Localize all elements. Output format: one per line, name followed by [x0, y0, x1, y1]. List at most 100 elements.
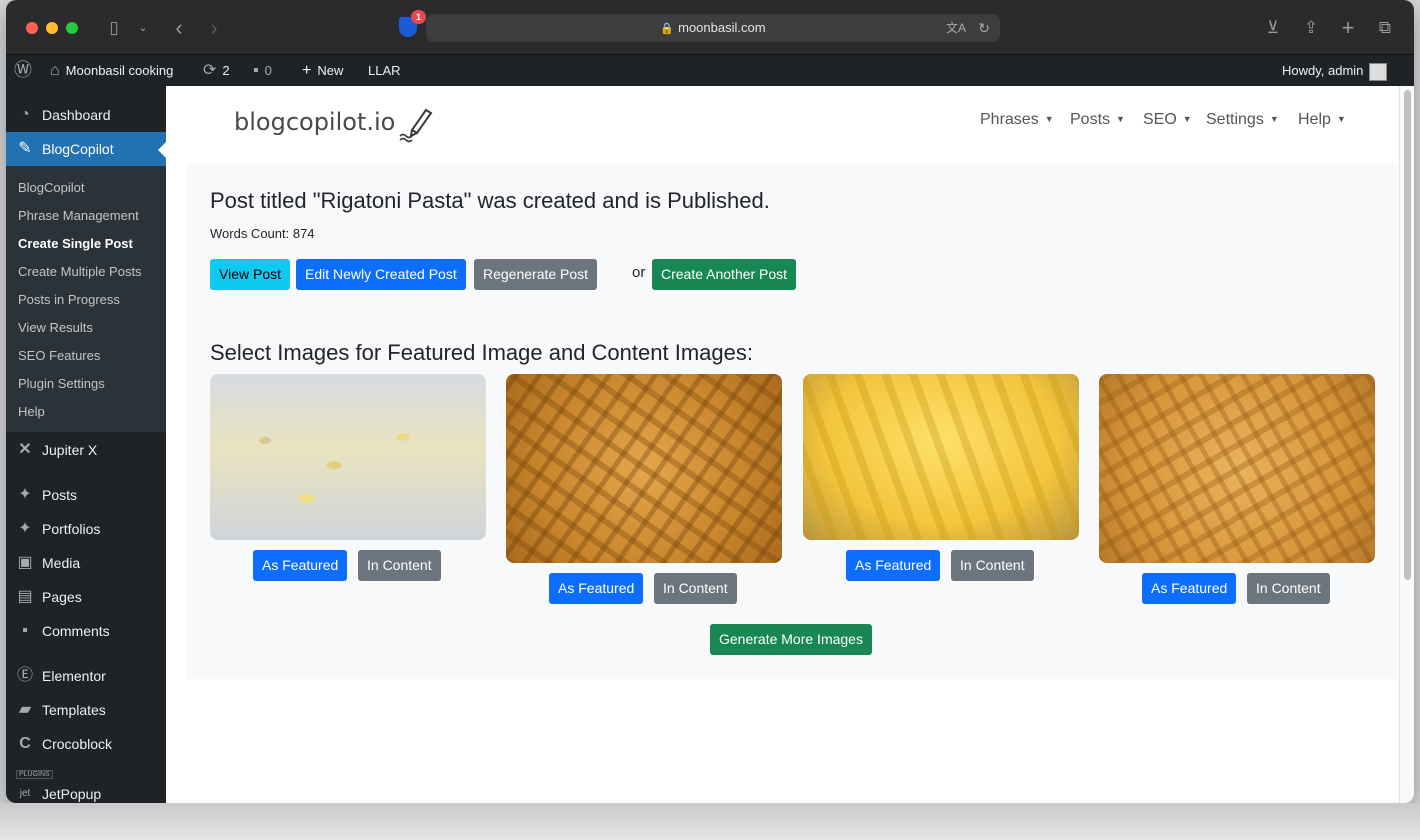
- nav-phrases[interactable]: Phrases ▼: [980, 111, 1054, 129]
- sidebar-item-media[interactable]: ▣ Media: [6, 546, 166, 580]
- blogcopilot-logo[interactable]: blogcopilot.io: [234, 108, 395, 136]
- submenu-create-single-post[interactable]: Create Single Post: [18, 236, 133, 251]
- image-3-in-content-button[interactable]: In Content: [951, 550, 1034, 581]
- wordpress-logo-icon[interactable]: Ⓦ: [14, 55, 38, 86]
- image-3-as-featured-button[interactable]: As Featured: [846, 550, 941, 581]
- generate-more-images-button[interactable]: Generate More Images: [710, 624, 872, 655]
- image-1-as-featured-button[interactable]: As Featured: [253, 550, 348, 581]
- submenu-phrase-management[interactable]: Phrase Management: [18, 208, 139, 223]
- extension-badge: 1: [411, 10, 426, 24]
- translate-icon[interactable]: 文A: [946, 14, 966, 42]
- sidebar-item-jupiterx[interactable]: ✕ Jupiter X: [6, 433, 166, 467]
- crocoblock-icon: C: [19, 735, 31, 752]
- pasta-image-3[interactable]: [803, 374, 1079, 540]
- comments-link[interactable]: ▪ 0: [253, 55, 272, 86]
- sidebar-item-crocoblock[interactable]: C Crocoblock: [6, 727, 166, 761]
- jupiterx-icon: ✕: [18, 441, 32, 458]
- forward-icon[interactable]: ›: [203, 16, 225, 40]
- edit-post-button[interactable]: Edit Newly Created Post: [296, 259, 466, 290]
- result-title: Post titled "Rigatoni Pasta" was created…: [210, 188, 770, 213]
- plus-icon: +: [302, 62, 312, 79]
- nav-posts[interactable]: Posts ▼: [1070, 111, 1125, 129]
- images-heading: Select Images for Featured Image and Con…: [210, 340, 753, 365]
- sidebar-item-portfolios[interactable]: ✦ Portfolios: [6, 512, 166, 546]
- result-panel: Post titled "Rigatoni Pasta" was created…: [186, 164, 1399, 679]
- words-count: Words Count: 874: [210, 226, 315, 241]
- reload-icon[interactable]: ↻: [978, 14, 990, 42]
- image-4-in-content-button[interactable]: In Content: [1247, 573, 1330, 604]
- or-text: or: [632, 264, 646, 281]
- wp-admin-sidebar: ◔ Dashboard ✎ BlogCopilot BlogCopilot Phra…: [6, 86, 166, 803]
- dashboard-icon: ◔: [20, 106, 30, 123]
- download-icon[interactable]: ⊻: [1262, 16, 1284, 40]
- image-2-as-featured-button[interactable]: As Featured: [549, 573, 644, 604]
- caret-down-icon: ▼: [1044, 114, 1054, 124]
- wp-admin-bar: Ⓦ ⌂ Moonbasil cooking ⟳ 2 ▪ 0 + New LLAR How…: [6, 55, 1414, 86]
- sidebar-item-posts[interactable]: ✦ Posts: [6, 478, 166, 512]
- llar-link[interactable]: LLAR: [368, 55, 401, 86]
- main-content: blogcopilot.io Phrases ▼ Posts ▼ SEO ▼ Sett…: [166, 86, 1399, 803]
- pen-icon: ✎: [18, 140, 32, 157]
- account-link[interactable]: Howdy, admin: [1282, 55, 1388, 86]
- create-another-post-button[interactable]: Create Another Post: [652, 259, 797, 290]
- pin-icon: ✦: [18, 520, 32, 537]
- sidebar-item-jetpopup[interactable]: jet JetPopup: [6, 777, 166, 803]
- site-name-link[interactable]: ⌂ Moonbasil cooking: [50, 55, 173, 86]
- page-scrollbar[interactable]: [1399, 86, 1414, 803]
- sidebar-item-blogcopilot[interactable]: ✎ BlogCopilot: [6, 132, 166, 166]
- elementor-icon: Ⓔ: [16, 667, 33, 684]
- caret-down-icon: ▼: [1269, 114, 1279, 124]
- nav-help[interactable]: Help ▼: [1298, 111, 1346, 129]
- folder-icon: ▰: [18, 701, 32, 718]
- chevron-down-icon[interactable]: ⌄: [136, 16, 150, 40]
- share-icon[interactable]: ⇪: [1300, 16, 1322, 40]
- submenu-create-multiple-posts[interactable]: Create Multiple Posts: [18, 264, 142, 279]
- sidebar-toggle-icon[interactable]: ▯: [103, 16, 125, 40]
- nav-settings[interactable]: Settings ▼: [1206, 111, 1279, 129]
- sidebar-item-dashboard[interactable]: ◔ Dashboard: [6, 98, 166, 132]
- submenu-help[interactable]: Help: [18, 404, 45, 419]
- close-window-button[interactable]: [26, 22, 38, 34]
- minimize-window-button[interactable]: [46, 22, 58, 34]
- jet-icon: jet: [19, 788, 31, 799]
- active-indicator: [158, 142, 166, 158]
- sidebar-item-elementor[interactable]: Ⓔ Elementor: [6, 659, 166, 693]
- desktop-background: [0, 803, 1420, 840]
- sidebar-item-pages[interactable]: ▤ Pages: [6, 580, 166, 614]
- scrollbar-thumb[interactable]: [1404, 90, 1411, 580]
- pages-icon: ▤: [17, 588, 33, 605]
- address-bar[interactable]: 🔒 moonbasil.com 文A ↻: [426, 14, 1000, 42]
- caret-down-icon: ▼: [1116, 114, 1125, 124]
- pasta-image-2[interactable]: [506, 374, 782, 563]
- url-text: moonbasil.com: [678, 20, 766, 35]
- sidebar-item-templates[interactable]: ▰ Templates: [6, 693, 166, 727]
- media-icon: ▣: [17, 554, 33, 571]
- home-icon: ⌂: [50, 62, 60, 79]
- image-2-in-content-button[interactable]: In Content: [654, 573, 737, 604]
- updates-link[interactable]: ⟳ 2: [203, 55, 230, 86]
- regenerate-post-button[interactable]: Regenerate Post: [474, 259, 598, 290]
- submenu-plugin-settings[interactable]: Plugin Settings: [18, 376, 105, 391]
- submenu-seo-features[interactable]: SEO Features: [18, 348, 100, 363]
- image-4-as-featured-button[interactable]: As Featured: [1142, 573, 1237, 604]
- submenu-posts-in-progress[interactable]: Posts in Progress: [18, 292, 120, 307]
- pin-icon: ✦: [18, 486, 32, 503]
- sidebar-item-comments[interactable]: ▪ Comments: [6, 614, 166, 648]
- caret-down-icon: ▼: [1336, 114, 1346, 124]
- image-1-in-content-button[interactable]: In Content: [358, 550, 441, 581]
- zoom-window-button[interactable]: [66, 22, 78, 34]
- new-tab-icon[interactable]: +: [1337, 16, 1359, 40]
- new-content-link[interactable]: + New: [302, 55, 343, 86]
- submenu-view-results[interactable]: View Results: [18, 320, 93, 335]
- tab-overview-icon[interactable]: ⧉: [1374, 16, 1396, 40]
- view-post-button[interactable]: View Post: [210, 259, 290, 290]
- browser-toolbar: ▯ ⌄ ‹ › 1 🔒 moonbasil.com 文A ↻ ⊻ ⇪ + ⧉: [6, 0, 1414, 55]
- back-icon[interactable]: ‹: [168, 16, 190, 40]
- browser-window: ▯ ⌄ ‹ › 1 🔒 moonbasil.com 文A ↻ ⊻ ⇪ + ⧉ Ⓦ …: [6, 0, 1414, 803]
- avatar: [1369, 62, 1388, 81]
- submenu-blogcopilot[interactable]: BlogCopilot: [18, 180, 85, 195]
- pasta-image-1[interactable]: [210, 374, 486, 540]
- pasta-image-4[interactable]: [1099, 374, 1375, 563]
- refresh-icon: ⟳: [203, 62, 217, 79]
- nav-seo[interactable]: SEO ▼: [1143, 111, 1192, 129]
